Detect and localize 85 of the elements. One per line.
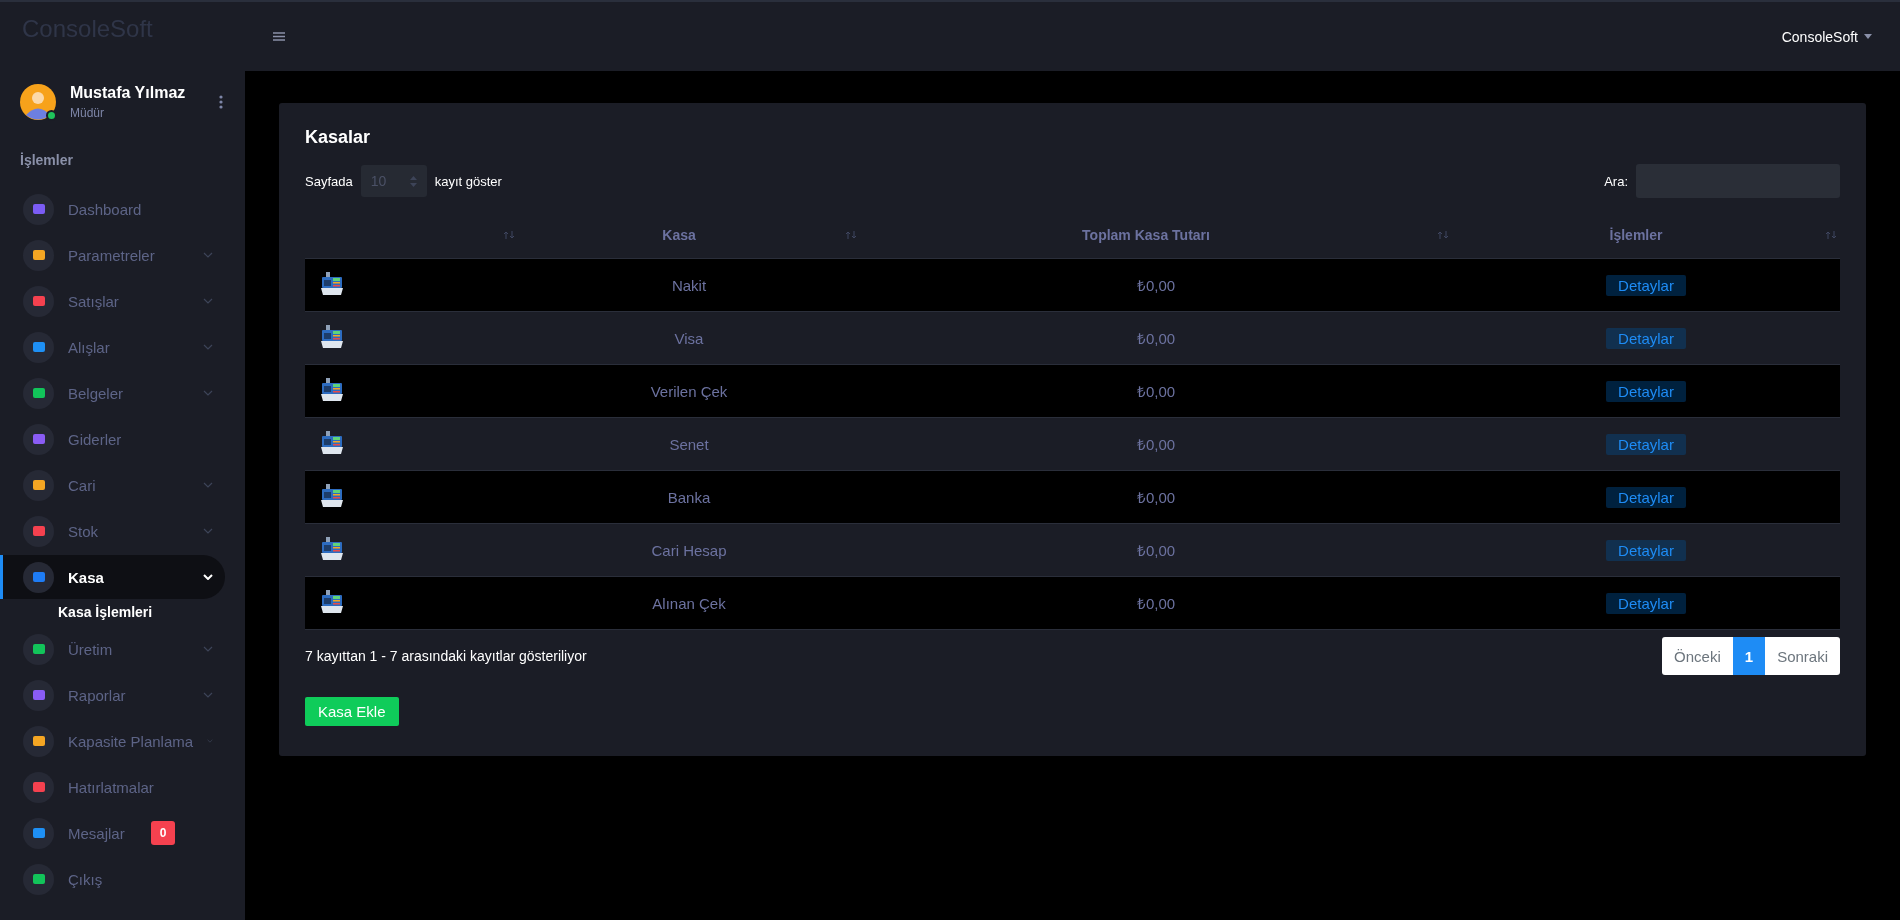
menu-icon (23, 239, 54, 271)
table-cell: Visa (518, 311, 860, 365)
add-button[interactable]: Kasa Ekle (305, 697, 399, 726)
submenu-item[interactable]: Kasa İşlemleri (0, 600, 245, 626)
menu-item[interactable]: Çıkış (0, 857, 225, 901)
page-length-label: Sayfada (305, 173, 353, 189)
menu-icon[interactable] (273, 32, 285, 41)
menu-item[interactable]: Üretim (0, 627, 225, 671)
column-header[interactable]: İşlemler (1609, 227, 1663, 243)
table-cell: ₺0,00 (860, 364, 1452, 418)
table-cell: ₺0,00 (860, 417, 1452, 471)
menu-icon (23, 285, 54, 317)
account-dropdown[interactable]: ConsoleSoft (1781, 28, 1872, 45)
card-title: Kasalar (305, 127, 372, 148)
menu-icon (23, 817, 54, 849)
pagination-button[interactable]: Sonraki (1765, 637, 1840, 675)
pagination-button[interactable]: Önceki (1662, 637, 1733, 675)
menu-item[interactable]: Parametreler (0, 233, 225, 277)
pagination-button[interactable]: 1 (1732, 637, 1766, 675)
more-options-icon[interactable] (219, 95, 223, 109)
menu-item[interactable]: Giderler (0, 417, 225, 461)
cash-register-icon (319, 588, 345, 615)
column-header[interactable]: Kasa (662, 227, 696, 243)
table-cell: Banka (518, 470, 860, 524)
table-cell: Nakit (518, 258, 860, 312)
cash-register-icon (319, 535, 345, 562)
details-button[interactable]: Detaylar (1606, 592, 1686, 614)
menu-icon (23, 863, 54, 895)
menu-item[interactable]: Dashboard (0, 187, 225, 231)
sort-icon[interactable] (1437, 231, 1449, 239)
table-cell: Alınan Çek (518, 576, 860, 630)
cash-register-icon (319, 323, 345, 350)
details-button[interactable]: Detaylar (1606, 274, 1686, 296)
table-cell: ₺0,00 (860, 311, 1452, 365)
menu-item[interactable]: Stok (0, 509, 225, 553)
menu-item[interactable]: Mesajlar 0 (0, 811, 225, 855)
cash-register-icon (319, 270, 345, 297)
menu-icon (23, 633, 54, 665)
details-button[interactable]: Detaylar (1606, 433, 1686, 455)
avatar-icon (20, 84, 56, 120)
menu-icon (23, 515, 54, 547)
menu-item[interactable]: Alışlar (0, 325, 225, 369)
menu-icon (23, 331, 54, 363)
caret-icon (1864, 34, 1872, 39)
menu-icon (23, 377, 54, 409)
menu-item[interactable]: Hatırlatmalar (0, 765, 225, 809)
user-role: Müdür (70, 106, 105, 120)
menu-item[interactable]: Cari (0, 463, 225, 507)
details-button[interactable]: Detaylar (1606, 486, 1686, 508)
user-name: Mustafa Yılmaz (70, 84, 187, 102)
column-header[interactable]: Toplam Kasa Tutarı (1082, 227, 1210, 243)
page-length-label: kayıt göster (434, 173, 502, 189)
spinner-arrows-icon (409, 175, 417, 187)
menu-item[interactable]: Belgeler (0, 371, 225, 415)
menu-icon (23, 469, 54, 501)
menu-icon (23, 423, 54, 455)
menu-icon (23, 725, 54, 757)
details-button[interactable]: Detaylar (1606, 327, 1686, 349)
cash-register-icon (319, 429, 345, 456)
table-cell: Senet (518, 417, 860, 471)
table-cell: ₺0,00 (860, 523, 1452, 577)
message-count-badge: 0 (150, 821, 176, 845)
table-cell: Verilen Çek (518, 364, 860, 418)
table-info: 7 kayıttan 1 - 7 arasındaki kayıtlar gösteriliyor (305, 648, 587, 664)
cash-register-icon (319, 482, 345, 509)
table-cell: ₺0,00 (860, 576, 1452, 630)
menu-item[interactable]: Kasa (0, 555, 225, 599)
search-label: Ara: (1604, 173, 1628, 189)
section-heading: İşlemler (19, 151, 74, 170)
menu-icon (23, 679, 54, 711)
details-button[interactable]: Detaylar (1606, 539, 1686, 561)
menu-icon (23, 561, 54, 593)
table-cell: Cari Hesap (518, 523, 860, 577)
cash-register-icon (319, 376, 345, 403)
sort-icon[interactable] (503, 231, 515, 239)
menu-item[interactable]: Satışlar (0, 279, 225, 323)
menu-icon (23, 193, 54, 225)
menu-item[interactable]: Kapasite Planlama (0, 719, 225, 763)
menu-icon (23, 771, 54, 803)
sort-icon[interactable] (845, 231, 857, 239)
menu-item[interactable]: Raporlar (0, 673, 225, 717)
table-cell: ₺0,00 (860, 258, 1452, 312)
sort-icon[interactable] (1825, 231, 1837, 239)
table-cell: ₺0,00 (860, 470, 1452, 524)
details-button[interactable]: Detaylar (1606, 380, 1686, 402)
